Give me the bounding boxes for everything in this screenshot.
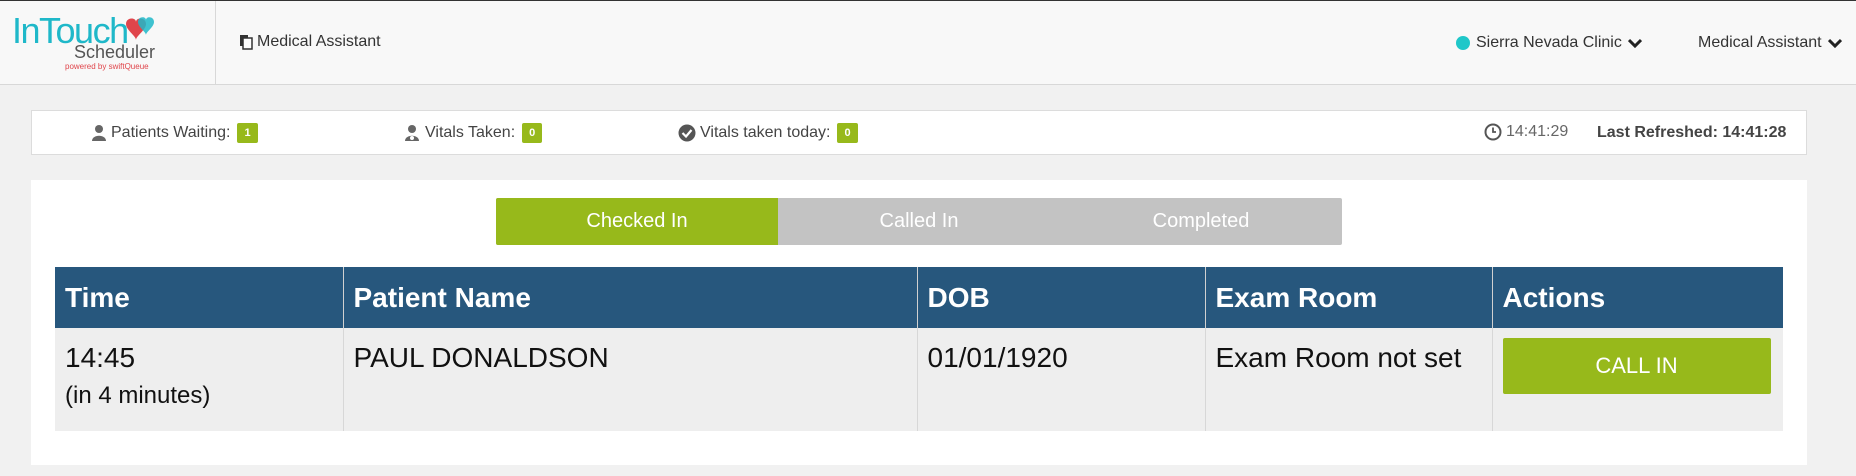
- check-circle-icon: [678, 124, 696, 142]
- clock-time: 14:41:29: [1506, 123, 1569, 140]
- clipboard-icon: [240, 35, 253, 50]
- chevron-down-icon: [1627, 38, 1642, 48]
- clock-icon: [1484, 123, 1502, 141]
- clinic-selector[interactable]: Sierra Nevada Clinic: [1456, 34, 1642, 52]
- user-menu[interactable]: Medical Assistant: [1698, 34, 1842, 52]
- column-header-actions: Actions: [1492, 267, 1783, 328]
- column-header-time: Time: [55, 267, 344, 328]
- appointment-time: 14:45: [65, 342, 136, 373]
- app-logo[interactable]: InTouch Scheduler powered by swiftQueue: [0, 1, 216, 85]
- doctor-icon: [405, 125, 419, 141]
- vitals-taken-stat: Vitals Taken: 0: [403, 123, 543, 143]
- top-header: InTouch Scheduler powered by swiftQueue …: [0, 0, 1856, 85]
- last-refreshed: Last Refreshed: 14:41:28: [1597, 124, 1787, 141]
- call-in-button[interactable]: CALL IN: [1502, 338, 1771, 394]
- current-time: 14:41:29: [1484, 123, 1568, 141]
- clinic-status-dot-icon: [1456, 36, 1470, 50]
- vitals-taken-label: Vitals Taken:: [425, 124, 516, 141]
- stats-bar: Patients Waiting: 1 Vitals Taken: 0 Vita…: [31, 110, 1807, 155]
- role-label: Medical Assistant: [257, 33, 381, 50]
- appointment-time-relative: (in 4 minutes): [65, 382, 211, 409]
- vitals-today-badge: 0: [837, 123, 858, 143]
- vitals-today-stat: Vitals taken today: 0: [678, 123, 858, 143]
- logo-subtitle: Scheduler: [74, 42, 156, 62]
- actions-cell: CALL IN: [1492, 328, 1783, 431]
- column-header-patient-name: Patient Name: [343, 267, 918, 328]
- tab-called-in[interactable]: Called In: [778, 198, 1060, 245]
- patient-name-cell: PAUL DONALDSON: [343, 328, 918, 431]
- chevron-down-icon: [1827, 38, 1842, 48]
- vitals-taken-badge: 0: [522, 123, 543, 143]
- role-indicator: Medical Assistant: [239, 33, 381, 51]
- patient-queue-panel: Checked In Called In Completed Time Pati…: [31, 180, 1807, 465]
- queue-tabs: Checked In Called In Completed: [496, 198, 1342, 245]
- person-icon: [92, 125, 106, 141]
- exam-room-cell: Exam Room not set: [1205, 328, 1493, 431]
- patient-table: Time Patient Name DOB Exam Room Actions …: [55, 267, 1783, 431]
- tab-checked-in[interactable]: Checked In: [496, 198, 778, 245]
- logo-powered-by: powered by swiftQueue: [65, 62, 149, 71]
- vitals-today-label: Vitals taken today:: [700, 124, 831, 141]
- clinic-label: Sierra Nevada Clinic: [1476, 34, 1622, 51]
- table-row: 14:45 (in 4 minutes) PAUL DONALDSON 01/0…: [55, 328, 1783, 431]
- patients-waiting-badge: 1: [237, 123, 258, 143]
- patients-waiting-stat: Patients Waiting: 1: [91, 123, 258, 143]
- patients-waiting-label: Patients Waiting:: [111, 124, 231, 141]
- tab-completed[interactable]: Completed: [1060, 198, 1342, 245]
- column-header-exam-room: Exam Room: [1205, 267, 1493, 328]
- column-header-dob: DOB: [917, 267, 1206, 328]
- table-header-row: Time Patient Name DOB Exam Room Actions: [55, 267, 1783, 328]
- user-menu-label: Medical Assistant: [1698, 34, 1822, 51]
- dob-cell: 01/01/1920: [917, 328, 1206, 431]
- time-cell: 14:45 (in 4 minutes): [55, 328, 344, 431]
